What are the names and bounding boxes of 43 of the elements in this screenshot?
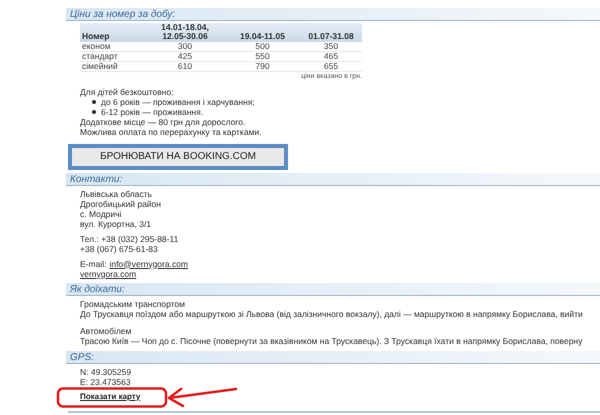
table-cell-text: 350 (322, 42, 340, 51)
table-cell-text: стандарт (81, 52, 119, 61)
column-header: 01.07-31.08 (307, 32, 355, 42)
address-line: с. Модричі (80, 208, 122, 218)
table-cell-text: економ (81, 42, 112, 51)
website-link[interactable]: vernygora.com (80, 268, 136, 278)
email-link[interactable]: info@vernygora.com (109, 258, 188, 268)
table-cell-text: 610 (176, 62, 194, 71)
children-item: до 6 років — проживання і харчування; (101, 97, 255, 107)
section-header: Як доїхати: (66, 282, 600, 296)
info-line: Можлива оплата по перерахунку та картками. (80, 127, 263, 137)
phone-line: +38 (067) 675-61-83 (80, 244, 159, 254)
bullet-icon (92, 110, 96, 114)
children-item: 6-12 років — проживання. (101, 107, 204, 117)
column-header: 14.01-18.04, 12.05-30.06 (160, 23, 210, 42)
direction-heading: Автомобілем (80, 326, 132, 336)
address-line: Львівська область (80, 188, 153, 198)
address-line: Дрогобицький район (80, 198, 162, 208)
coordinate-line: E: 23.473563 (80, 376, 132, 386)
column-header: 19.04-11.05 (239, 32, 286, 42)
table-cell-text: 425 (176, 52, 194, 61)
table-cell-text: 790 (254, 62, 271, 71)
direction-heading: Громадським транспортом (80, 298, 186, 308)
children-title: Для дітей безкоштовно: (80, 87, 175, 97)
table-cell-text: 655 (322, 62, 340, 71)
table-cell-text: 465 (322, 52, 340, 61)
info-line: Додаткове місце — 80 грн для дорослого. (80, 117, 246, 127)
section-header: GPS: (66, 350, 600, 364)
direction-text: Трасою Київ — Чоп до с. Пісочне (повернути за вказівником на Трускавець). З Трускавця їхати в напрямку Борислава, поверну (80, 336, 584, 346)
direction-text: До Трускавця поїздом або маршруткою зі Львова (від залізничного вокзалу), далі — маршруткою в напрямку Борислава, вийти (80, 308, 584, 318)
coordinate-line: N: 49.305259 (80, 366, 132, 376)
table-cell-text: 500 (254, 42, 271, 51)
bullet-icon (92, 100, 96, 104)
section-header: Контакти: (66, 172, 600, 186)
table-cell-text: 550 (254, 52, 271, 61)
email-label: E-mail: (80, 258, 106, 268)
address-line: вул. Курортна, 3/1 (80, 218, 152, 228)
phone-line: Тел.: +38 (032) 295-88-11 (80, 234, 180, 244)
section-header: Ціни за номер за добу: (66, 8, 600, 21)
booking-button[interactable]: БРОНЮВАТИ НА BOOKING.COM (68, 144, 288, 170)
table-cell-text: сімейний (81, 62, 119, 71)
table-cell-text: 300 (176, 42, 194, 51)
column-header: Номер (81, 32, 110, 42)
